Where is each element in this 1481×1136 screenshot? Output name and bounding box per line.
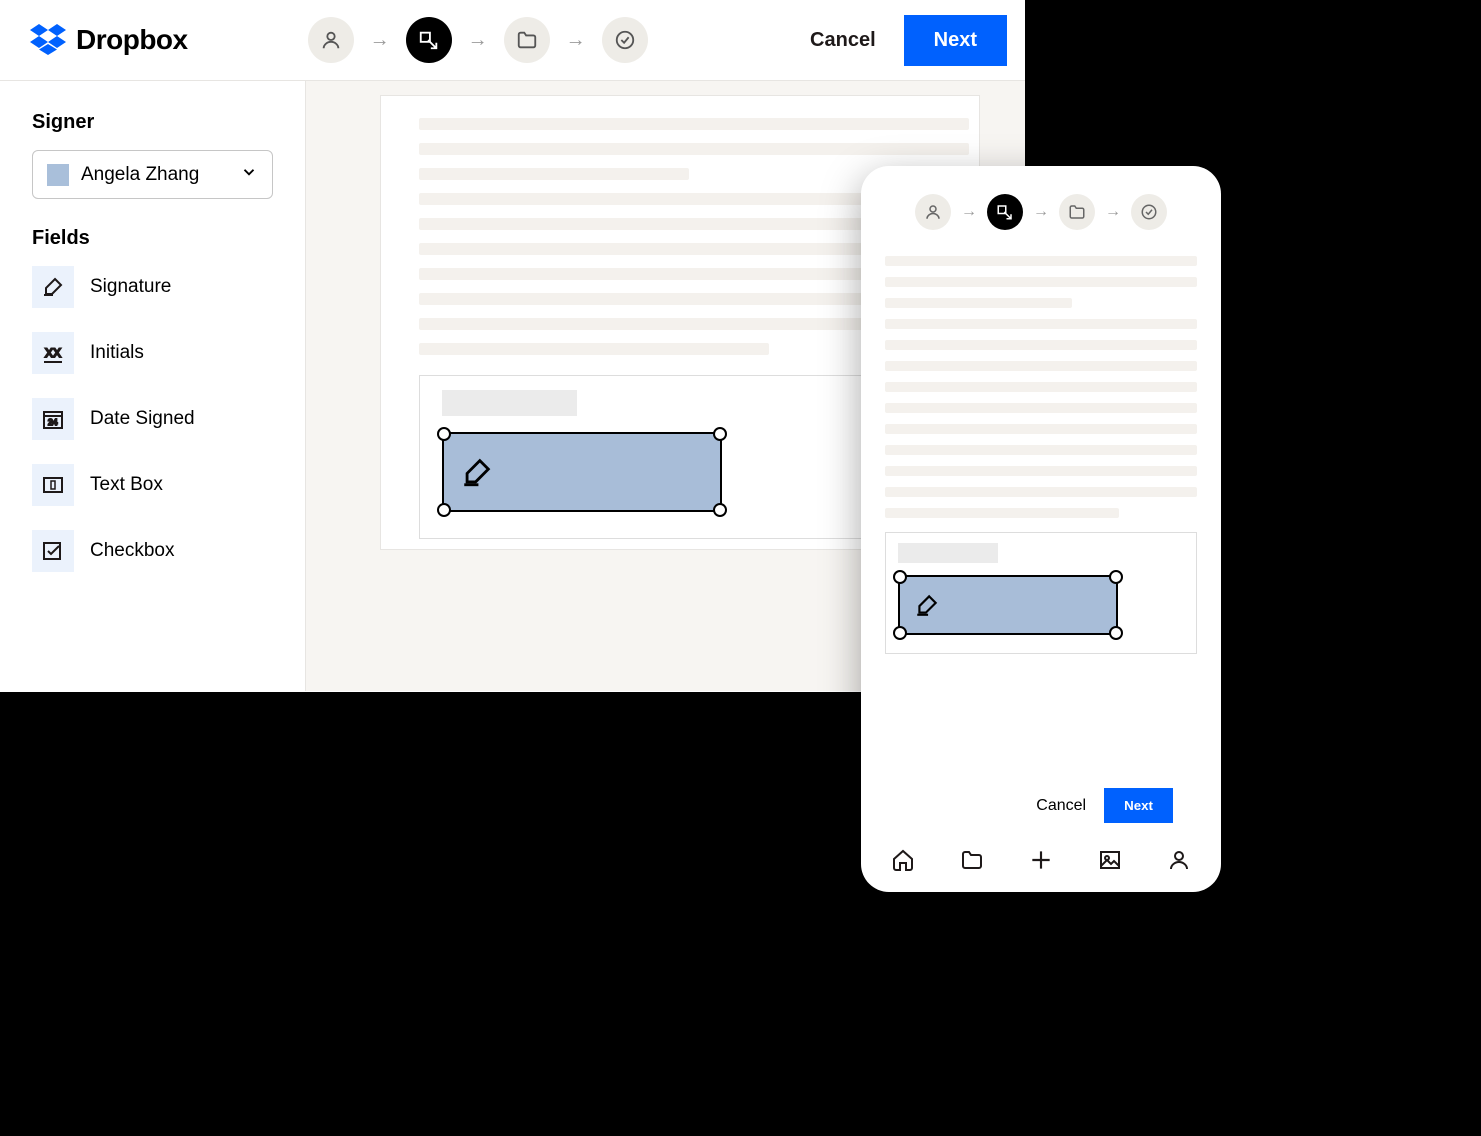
text-placeholder — [885, 403, 1197, 413]
field-list: Signature XX Initials 24 Date Signed — [32, 266, 273, 572]
resize-handle[interactable] — [893, 570, 907, 584]
step-fields-icon[interactable] — [987, 194, 1023, 230]
calendar-icon: 24 — [32, 398, 74, 440]
signature-label-placeholder — [898, 543, 998, 563]
resize-handle[interactable] — [713, 427, 727, 441]
text-placeholder — [885, 256, 1197, 266]
chevron-down-icon — [240, 163, 258, 186]
arrow-right-icon: → — [566, 29, 586, 52]
mobile-signature-block — [885, 532, 1197, 654]
field-checkbox[interactable]: Checkbox — [32, 530, 273, 572]
field-label: Date Signed — [90, 408, 195, 430]
step-folder-icon[interactable] — [504, 17, 550, 63]
text-placeholder — [885, 508, 1119, 518]
text-placeholder — [885, 382, 1197, 392]
initials-icon: XX — [32, 332, 74, 374]
text-placeholder — [885, 424, 1197, 434]
signature-pen-icon — [914, 592, 940, 618]
signer-name: Angela Zhang — [81, 164, 228, 186]
signer-heading: Signer — [32, 111, 273, 134]
home-icon[interactable] — [885, 848, 921, 877]
signature-pen-icon — [460, 455, 494, 489]
header-bar: Dropbox → → → Cancel Next — [0, 0, 1025, 81]
signature-icon — [32, 266, 74, 308]
brand-name: Dropbox — [76, 24, 188, 56]
account-icon[interactable] — [1161, 848, 1197, 877]
signer-color-swatch — [47, 164, 69, 186]
resize-handle[interactable] — [1109, 626, 1123, 640]
text-placeholder — [885, 298, 1072, 308]
mobile-document-body[interactable] — [885, 256, 1197, 780]
fields-heading: Fields — [32, 227, 273, 250]
field-signature[interactable]: Signature — [32, 266, 273, 308]
field-label: Checkbox — [90, 540, 175, 562]
svg-text:XX: XX — [45, 346, 61, 360]
mobile-preview: → → → — [861, 166, 1221, 892]
signature-field[interactable] — [442, 432, 722, 512]
text-placeholder — [885, 361, 1197, 371]
step-review-icon[interactable] — [1131, 194, 1167, 230]
field-text-box[interactable]: Text Box — [32, 464, 273, 506]
text-placeholder — [885, 487, 1197, 497]
field-label: Text Box — [90, 474, 163, 496]
field-label: Signature — [90, 276, 171, 298]
text-placeholder — [419, 143, 969, 155]
checkbox-icon — [32, 530, 74, 572]
mobile-actions: Cancel Next — [885, 780, 1197, 831]
text-placeholder — [885, 466, 1197, 476]
cancel-button[interactable]: Cancel — [1036, 797, 1086, 815]
progress-steps: → → → — [308, 17, 648, 63]
field-initials[interactable]: XX Initials — [32, 332, 273, 374]
mobile-document: Cancel Next — [861, 250, 1221, 835]
resize-handle[interactable] — [713, 503, 727, 517]
signature-label-placeholder — [442, 390, 577, 416]
text-placeholder — [419, 168, 689, 180]
next-button[interactable]: Next — [1104, 788, 1173, 823]
step-review-icon[interactable] — [602, 17, 648, 63]
dropbox-icon — [30, 24, 66, 56]
header-actions: Cancel Next — [810, 15, 1007, 66]
signer-dropdown[interactable]: Angela Zhang — [32, 150, 273, 199]
field-label: Initials — [90, 342, 144, 364]
step-signer-icon[interactable] — [308, 17, 354, 63]
arrow-right-icon: → — [1105, 203, 1121, 221]
brand-logo: Dropbox — [30, 24, 188, 56]
resize-handle[interactable] — [893, 626, 907, 640]
textbox-icon — [32, 464, 74, 506]
step-signer-icon[interactable] — [915, 194, 951, 230]
text-placeholder — [885, 319, 1197, 329]
arrow-right-icon: → — [468, 29, 488, 52]
mobile-bottom-nav — [861, 835, 1221, 892]
mobile-progress-steps: → → → — [861, 166, 1221, 250]
text-placeholder — [885, 445, 1197, 455]
text-placeholder — [885, 277, 1197, 287]
field-date-signed[interactable]: 24 Date Signed — [32, 398, 273, 440]
sidebar: Signer Angela Zhang Fields Signature — [0, 81, 306, 691]
resize-handle[interactable] — [437, 427, 451, 441]
text-placeholder — [419, 343, 769, 355]
step-fields-icon[interactable] — [406, 17, 452, 63]
arrow-right-icon: → — [1033, 203, 1049, 221]
arrow-right-icon: → — [370, 29, 390, 52]
resize-handle[interactable] — [437, 503, 451, 517]
step-folder-icon[interactable] — [1059, 194, 1095, 230]
add-icon[interactable] — [1023, 847, 1059, 878]
cancel-button[interactable]: Cancel — [810, 29, 876, 52]
folder-icon[interactable] — [954, 848, 990, 877]
photo-icon[interactable] — [1092, 848, 1128, 877]
resize-handle[interactable] — [1109, 570, 1123, 584]
arrow-right-icon: → — [961, 203, 977, 221]
svg-text:24: 24 — [48, 417, 58, 427]
text-placeholder — [419, 118, 969, 130]
next-button[interactable]: Next — [904, 15, 1007, 66]
text-placeholder — [885, 340, 1197, 350]
signature-field[interactable] — [898, 575, 1118, 635]
